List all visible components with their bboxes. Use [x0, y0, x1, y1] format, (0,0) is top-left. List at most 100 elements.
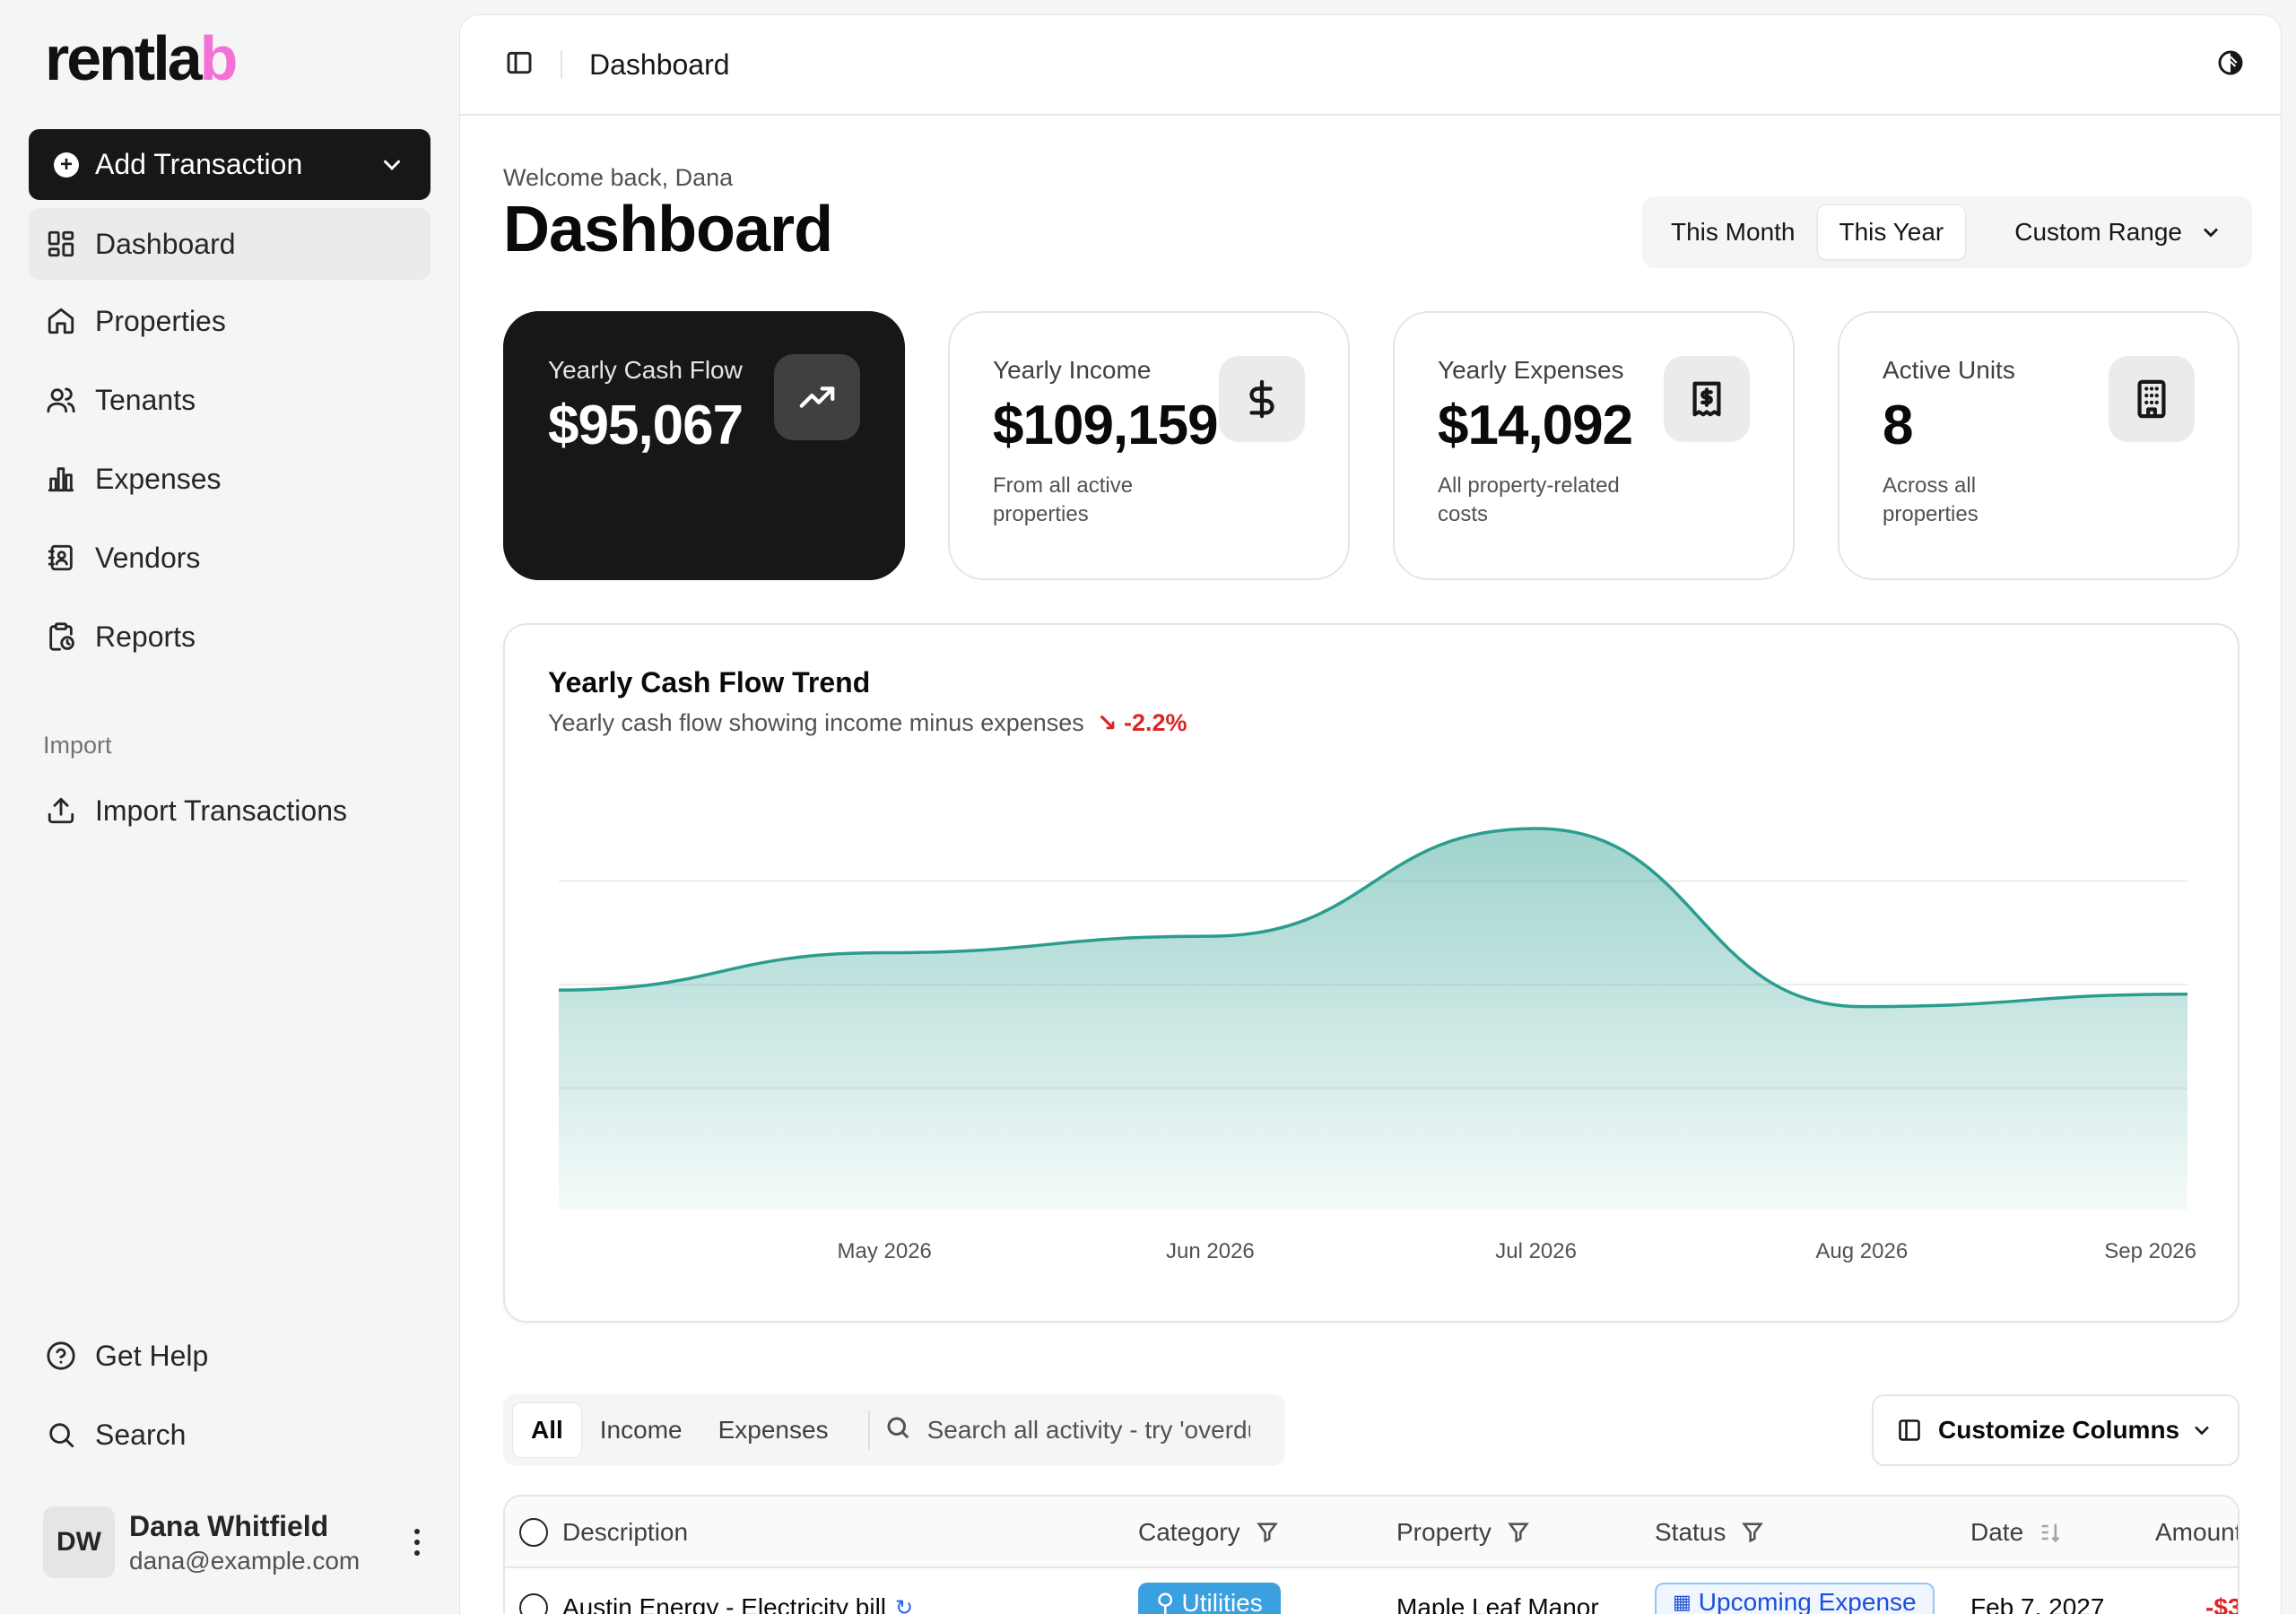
sidebar-item-label: Tenants [95, 383, 196, 416]
breadcrumb: Dashboard [589, 48, 730, 81]
customize-columns-label: Customize Columns [1938, 1416, 2180, 1444]
chart-title: Yearly Cash Flow Trend [548, 666, 871, 699]
pin-icon: ⚲ [1156, 1589, 1175, 1614]
sidebar-item-import-transactions[interactable]: Import Transactions [29, 775, 430, 846]
page-title: Dashboard [503, 194, 833, 265]
card-subtext: From all active properties [993, 473, 1134, 527]
range-this-month[interactable]: This Month [1649, 204, 1817, 260]
table-row[interactable]: Austin Energy - Electricity bill ↻ ⚲ Utili… [505, 1570, 2238, 1614]
card-active-units: Active Units 8 Across all properties [1838, 311, 2239, 580]
cash-flow-chart-card: May 2026 Jun 2026 Jul 2026 Aug 2026 Sep 2026… [503, 623, 2239, 1323]
column-description[interactable]: Description [562, 1518, 688, 1547]
sidebar-item-dashboard[interactable]: Dashboard [29, 208, 430, 280]
user-name: Dana Whitfield [129, 1509, 329, 1542]
card-subtext: Across all properties [1883, 473, 1979, 527]
filter-icon[interactable] [1740, 1520, 1765, 1545]
card-yearly-expenses: Yearly Expenses $14,092 All property-rel… [1393, 311, 1795, 580]
card-yearly-income: Yearly Income $109,159 From all active p… [948, 311, 1350, 580]
chart-subtitle-text: Yearly cash flow showing income minus ex… [548, 709, 1084, 736]
table-header: Description Category Property Status Dat… [505, 1497, 2238, 1568]
row-date: Feb 7, 2027 [1970, 1593, 2105, 1614]
divider [561, 50, 562, 79]
range-this-year[interactable]: This Year [1816, 204, 1967, 260]
customize-columns-button[interactable]: Customize Columns [1872, 1394, 2239, 1466]
sidebar: rentlab + Add Transaction Dashboard Prop… [0, 0, 459, 1614]
trending-up-icon [774, 354, 860, 440]
top-bar: Dashboard [460, 15, 2281, 116]
row-status: ▦ Upcoming Expense [1655, 1583, 1935, 1614]
user-email: dana@example.com [129, 1546, 361, 1575]
upload-icon [45, 794, 77, 827]
sidebar-item-label: Expenses [95, 462, 222, 495]
range-custom-dropdown[interactable]: Custom Range [1993, 204, 2245, 260]
x-tick-label: Aug 2026 [1815, 1239, 1908, 1263]
avatar: DW [43, 1506, 115, 1578]
activity-search-input[interactable] [926, 1416, 1250, 1445]
plus-circle-icon: + [54, 152, 79, 178]
columns-icon [1899, 1419, 1920, 1441]
search-link[interactable]: Search [29, 1399, 430, 1471]
x-tick-label: May 2026 [837, 1239, 931, 1263]
card-value: $109,159 [993, 395, 1219, 456]
bar-chart-icon [45, 463, 77, 495]
divider [867, 1410, 870, 1450]
activity-table: Description Category Property Status Dat… [503, 1495, 2239, 1614]
x-tick-label: Jun 2026 [1166, 1239, 1255, 1263]
tab-expenses[interactable]: Expenses [700, 1402, 847, 1458]
sidebar-item-label: Import Transactions [95, 794, 347, 827]
theme-toggle-icon[interactable] [2216, 48, 2245, 82]
column-date[interactable]: Date [1970, 1518, 2063, 1547]
import-section-label: Import [43, 732, 112, 759]
more-vertical-icon[interactable] [404, 1529, 430, 1556]
range-custom-label: Custom Range [2014, 218, 2182, 246]
sidebar-item-label: Properties [95, 304, 226, 337]
clipboard-clock-icon [45, 620, 77, 653]
date-range-selector: This Month This Year Custom Range [1642, 196, 2252, 268]
tab-all[interactable]: All [512, 1402, 582, 1458]
sidebar-item-expenses[interactable]: Expenses [29, 443, 430, 515]
sort-icon[interactable] [2038, 1520, 2063, 1545]
row-checkbox[interactable] [519, 1593, 548, 1614]
select-all-checkbox[interactable] [519, 1518, 548, 1547]
sidebar-item-reports[interactable]: Reports [29, 601, 430, 672]
recurring-icon: ↻ [895, 1595, 914, 1614]
column-category[interactable]: Category [1138, 1518, 1280, 1547]
trend-indicator: ↘ -2.2% [1097, 709, 1187, 737]
sidebar-item-label: Reports [95, 620, 196, 653]
building-icon [2109, 356, 2195, 442]
search-icon [45, 1419, 77, 1451]
sidebar-item-tenants[interactable]: Tenants [29, 364, 430, 436]
column-property[interactable]: Property [1396, 1518, 1531, 1547]
sidebar-item-properties[interactable]: Properties [29, 285, 430, 357]
main-panel: Dashboard Welcome back, Dana Dashboard T… [459, 14, 2282, 1614]
welcome-text: Welcome back, Dana [503, 164, 734, 191]
search-icon [884, 1414, 911, 1447]
add-transaction-button[interactable]: + Add Transaction [29, 129, 430, 200]
user-profile[interactable]: DW Dana Whitfield dana@example.com [43, 1506, 430, 1578]
trend-down-icon: ↘ [1096, 709, 1118, 736]
tab-income[interactable]: Income [582, 1402, 700, 1458]
row-property: Maple Leaf Manor [1396, 1593, 1599, 1614]
filter-icon[interactable] [1506, 1520, 1531, 1545]
get-help-label: Get Help [95, 1339, 209, 1372]
sidebar-item-vendors[interactable]: Vendors [29, 522, 430, 594]
chart-area [559, 828, 2187, 1210]
chevron-down-icon [2204, 228, 2218, 238]
get-help-link[interactable]: Get Help [29, 1320, 430, 1392]
filter-icon[interactable] [1255, 1520, 1280, 1545]
activity-filter-bar: All Income Expenses [503, 1394, 1285, 1466]
add-transaction-label: Add Transaction [95, 148, 303, 180]
column-status[interactable]: Status [1655, 1518, 1765, 1547]
brand-logo[interactable]: rentlab [45, 27, 238, 90]
calendar-icon: ▦ [1673, 1591, 1692, 1613]
sidebar-item-label: Dashboard [95, 227, 236, 260]
help-circle-icon [45, 1340, 77, 1372]
receipt-icon [1664, 356, 1750, 442]
x-tick-label: Sep 2026 [2104, 1239, 2196, 1263]
column-amount[interactable]: Amount [2155, 1518, 2238, 1547]
chevron-down-icon [2195, 1426, 2209, 1436]
users-icon [45, 384, 77, 416]
trend-value: -2.2% [1123, 709, 1187, 736]
sidebar-toggle-icon[interactable] [505, 48, 534, 82]
row-amount: -$35 [2205, 1593, 2238, 1614]
